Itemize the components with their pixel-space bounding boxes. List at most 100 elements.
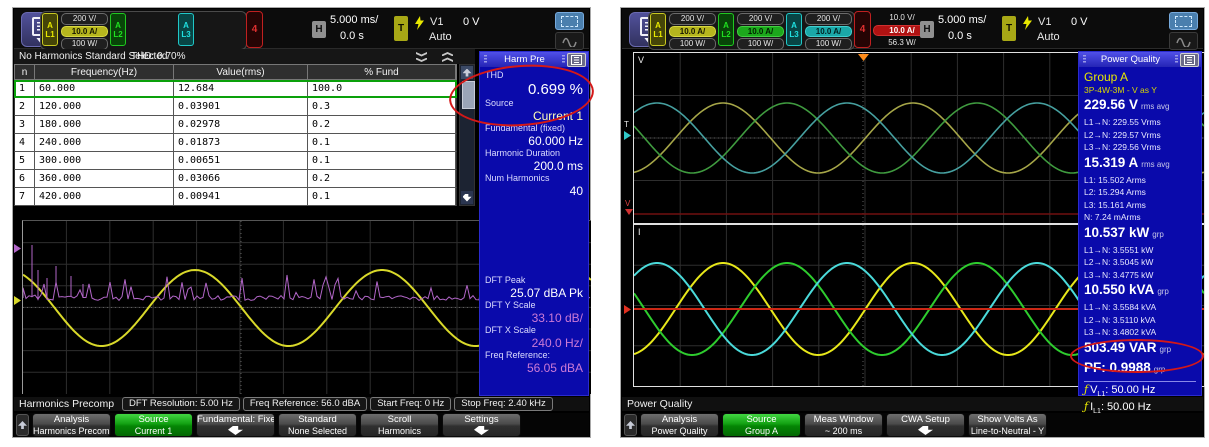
harmonics-table-row[interactable]: 3180.0000.029780.2 bbox=[14, 116, 457, 134]
trigger-key[interactable]: T bbox=[1002, 16, 1016, 41]
softkey-button[interactable]: SourceGroup A bbox=[722, 413, 801, 437]
channel-4-label[interactable]: 4 bbox=[854, 11, 871, 48]
trigger-mode[interactable]: Auto bbox=[429, 31, 452, 43]
channel-label[interactable]: AL1 bbox=[650, 13, 666, 46]
channel-label[interactable]: AL2 bbox=[110, 13, 126, 46]
cell-percent-fund: 0.1 bbox=[308, 134, 456, 151]
harmonics-table-row[interactable]: 5300.0000.006510.1 bbox=[14, 152, 457, 170]
harmonics-info-bar: No Harmonics Standard Selected THD: 0.70… bbox=[14, 49, 475, 64]
channel-label[interactable]: AL3 bbox=[786, 13, 802, 46]
softkey-button[interactable]: StandardNone Selected bbox=[278, 413, 357, 437]
watts-per-div-button[interactable]: 100 W/ bbox=[805, 38, 852, 50]
measurement-line: ƒVL1: 50.00 Hz bbox=[1084, 384, 1196, 401]
delay-value[interactable]: 0.0 s bbox=[948, 30, 972, 42]
measurement-line: Group A bbox=[1084, 70, 1196, 85]
scrollbar-thumb[interactable] bbox=[462, 81, 475, 109]
readout-field: THD0.699 % bbox=[485, 70, 583, 98]
channel-label[interactable]: AL1 bbox=[42, 13, 58, 46]
timebase-value[interactable]: 5.000 ms/ bbox=[938, 14, 986, 26]
horizontal-key[interactable]: H bbox=[312, 21, 326, 38]
channel4-current-marker[interactable] bbox=[624, 305, 631, 314]
volts-per-div-button[interactable]: 200 V/ bbox=[737, 13, 784, 25]
channel-scales: 200 V/10.0 A/100 W/ bbox=[737, 13, 784, 48]
harmonics-table-row[interactable]: 4240.0000.018730.1 bbox=[14, 134, 457, 152]
harmonics-table-row[interactable]: 160.00012.684100.0 bbox=[14, 80, 457, 98]
channel-label[interactable]: AL3 bbox=[178, 13, 194, 46]
softkey-button[interactable]: AnalysisHarmonics Precomp bbox=[32, 413, 111, 437]
softkey-button[interactable]: SourceCurrent 1 bbox=[114, 413, 193, 437]
dft-trace-marker[interactable] bbox=[14, 244, 21, 253]
softkey-button[interactable]: Settings bbox=[442, 413, 521, 437]
harmonics-table-row[interactable]: 6360.0000.030660.2 bbox=[14, 170, 457, 188]
voltage-ground-marker[interactable] bbox=[624, 131, 631, 140]
harmonics-table-row[interactable]: 2120.0000.039010.3 bbox=[14, 98, 457, 116]
watts-per-div-button[interactable]: 100 W/ bbox=[669, 38, 716, 50]
current-trace-marker[interactable] bbox=[14, 296, 21, 305]
volts-per-div-button[interactable]: 200 V/ bbox=[805, 13, 852, 25]
collapse-icon[interactable] bbox=[416, 52, 429, 62]
readout-field: Freq Reference:56.05 dBA bbox=[485, 350, 583, 375]
panel-title-bar[interactable]: Harm Pre bbox=[480, 52, 588, 67]
watts-per-div-button[interactable]: 100 W/ bbox=[737, 38, 784, 50]
measurement-text: L1→N: 3.5584 kVA bbox=[1084, 302, 1156, 312]
drag-handle-icon bbox=[484, 55, 487, 64]
scroll-down-button[interactable] bbox=[461, 191, 473, 204]
scroll-up-button[interactable] bbox=[461, 66, 473, 79]
measurement-line bbox=[1084, 381, 1196, 382]
softkey-button[interactable]: ScrollHarmonics bbox=[360, 413, 439, 437]
trigger-key[interactable]: T bbox=[394, 16, 408, 41]
waveform-compare-button[interactable] bbox=[555, 32, 584, 50]
cell-frequency: 420.000 bbox=[35, 188, 174, 205]
softkey-button[interactable]: Meas Window~ 200 ms bbox=[804, 413, 883, 437]
timebase-value[interactable]: 5.000 ms/ bbox=[330, 14, 378, 26]
trigger-source[interactable]: V1 bbox=[430, 16, 443, 28]
volts-per-div-button[interactable]: 200 V/ bbox=[61, 13, 108, 25]
cell-percent-fund: 0.1 bbox=[308, 188, 456, 205]
harm-pre-panel: Harm Pre THD0.699 %SourceCurrent 1Fundam… bbox=[479, 51, 589, 396]
zoom-window-button[interactable] bbox=[555, 12, 584, 30]
harmonics-table-row[interactable]: 7420.0000.009410.1 bbox=[14, 188, 457, 206]
expand-icon[interactable] bbox=[440, 52, 453, 62]
column-header: Value(rms) bbox=[174, 65, 308, 79]
amps-per-div-button[interactable]: 10.0 A/ bbox=[805, 26, 852, 38]
softkey-back-button[interactable] bbox=[16, 414, 29, 436]
measurement-line: 10.550 kVAgrp bbox=[1084, 281, 1196, 301]
readout-label: DFT X Scale bbox=[485, 325, 583, 336]
table-scrollbar[interactable] bbox=[459, 64, 475, 206]
measurement-line: L1→N: 229.55 Vrms bbox=[1084, 116, 1196, 129]
panel-menu-button[interactable] bbox=[567, 53, 586, 67]
volts-per-div-button[interactable]: 200 V/ bbox=[669, 13, 716, 25]
channel-4-label[interactable]: 4 bbox=[246, 11, 263, 48]
softkey-back-button[interactable] bbox=[624, 414, 637, 436]
channel-tag: A bbox=[723, 21, 729, 30]
zoom-window-button[interactable] bbox=[1169, 12, 1198, 30]
waveform-compare-button[interactable] bbox=[1169, 32, 1198, 50]
oscilloscope-harmonics-screen: AL1 200 V/10.0 A/100 W/ AL2 AL3 4 H 5.00… bbox=[12, 7, 591, 438]
channel4-voltage-marker[interactable] bbox=[625, 209, 633, 215]
channel-label[interactable]: AL2 bbox=[718, 13, 734, 46]
amps-per-div-button[interactable]: 10.0 A/ bbox=[669, 26, 716, 38]
ch4-watts-per-div[interactable]: 56.3 W/ bbox=[873, 37, 931, 49]
frequency-symbol: ƒ bbox=[1084, 400, 1088, 413]
arrow-up-icon bbox=[18, 421, 27, 429]
softkey-value: Line-to-Neutral - Y bbox=[969, 426, 1046, 436]
trigger-level-label: T bbox=[624, 120, 629, 129]
arrow-up-icon bbox=[626, 421, 635, 429]
softkey-button[interactable]: CWA Setup bbox=[886, 413, 965, 437]
delay-value[interactable]: 0.0 s bbox=[340, 30, 364, 42]
measurement-suffix: grp bbox=[1154, 365, 1166, 374]
watts-per-div-button[interactable]: 100 W/ bbox=[61, 38, 108, 50]
trigger-source[interactable]: V1 bbox=[1038, 16, 1051, 28]
measurement-line: N: 7.24 mArms bbox=[1084, 211, 1196, 224]
measurement-line: L2→N: 3.5045 kW bbox=[1084, 256, 1196, 269]
softkey-button[interactable]: Fundamental: Fixed bbox=[196, 413, 275, 437]
softkey-button[interactable]: AnalysisPower Quality bbox=[640, 413, 719, 437]
trigger-mode[interactable]: Auto bbox=[1037, 31, 1060, 43]
panel-menu-button[interactable] bbox=[1180, 53, 1199, 67]
amps-per-div-button[interactable]: 10.0 A/ bbox=[737, 26, 784, 38]
panel-title-bar[interactable]: Power Quality bbox=[1079, 52, 1201, 67]
softkey-button[interactable]: Show Volts AsLine-to-Neutral - Y bbox=[968, 413, 1047, 437]
horizontal-key[interactable]: H bbox=[920, 21, 934, 38]
measurement-line: L1: 15.502 Arms bbox=[1084, 174, 1196, 187]
amps-per-div-button[interactable]: 10.0 A/ bbox=[61, 26, 108, 38]
